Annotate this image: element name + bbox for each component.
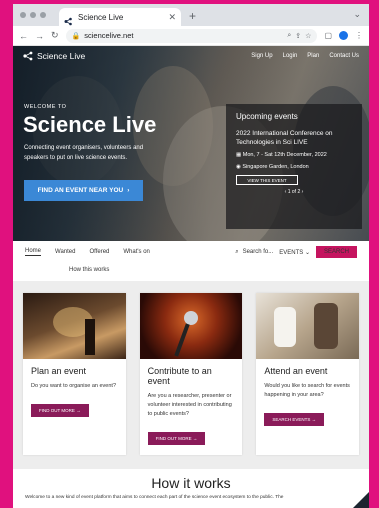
zoom-icon[interactable]: ⌕	[287, 32, 291, 40]
card-attend-event: Attend an event Would you like to search…	[256, 293, 360, 455]
how-it-works-text: Welcome to a new kind of event platform …	[25, 495, 284, 500]
button-label: FIND OUT MORE	[155, 436, 192, 441]
forward-icon[interactable]: →	[35, 31, 44, 41]
reload-icon[interactable]: ↻	[51, 30, 59, 41]
attend-event-image	[256, 293, 360, 359]
tab-title: Science Live	[78, 12, 124, 22]
arrow-right-icon: →	[76, 408, 81, 413]
close-tab-icon[interactable]: ✕	[168, 12, 176, 23]
content-area: Plan an event Do you want to organise an…	[13, 281, 369, 508]
card-title: Attend an event	[264, 366, 328, 376]
logo-icon	[23, 51, 33, 61]
hero-banner: Science Live Sign Up Login Plan Contact …	[13, 46, 369, 241]
new-tab-icon[interactable]: +	[189, 9, 196, 23]
browser-window: Science Live ✕ + ⌄ ← → ↻ 🔒 sciencelive.n…	[13, 4, 369, 508]
hero-eyebrow: WELCOME TO	[24, 104, 67, 110]
event-date-text: Mon, 7 - Sat 12th December, 2022	[242, 152, 327, 158]
search-input[interactable]: ⌕ Search fo...	[235, 249, 273, 256]
site-logo[interactable]: Science Live	[23, 51, 85, 61]
site-favicon-icon	[64, 13, 73, 25]
plan-event-image	[23, 293, 126, 359]
url-text[interactable]: sciencelive.net	[84, 31, 283, 40]
hero-description: Connecting event organisers, volunteers …	[24, 145, 144, 161]
sidebar-icon[interactable]: ▢	[324, 31, 332, 40]
card-contribute-event: Contribute to an event Are you a researc…	[139, 293, 243, 455]
upcoming-event-date: ▦ Mon, 7 - Sat 12th December, 2022	[236, 151, 352, 159]
upcoming-event-title[interactable]: 2022 International Conference on Technol…	[236, 129, 352, 147]
nav-sign-up[interactable]: Sign Up	[251, 53, 272, 59]
arrow-right-icon: →	[311, 417, 317, 422]
event-search: ⌕ Search fo... EVENTS ⌄ SEARCH	[235, 246, 357, 258]
logo-text: Science Live	[37, 51, 86, 61]
card-text: Would you like to search for events happ…	[264, 383, 350, 398]
action-cards: Plan an event Do you want to organise an…	[23, 293, 360, 455]
address-bar[interactable]: 🔒 sciencelive.net ⌕ ⇪ ☆	[65, 28, 318, 43]
pager-text: 1 of 2	[287, 189, 301, 195]
search-icon: ⌕	[235, 248, 239, 255]
browser-tab[interactable]: Science Live ✕	[59, 8, 181, 26]
upcoming-events-panel: Upcoming events 2022 International Confe…	[226, 104, 362, 229]
find-event-button-label: FIND AN EVENT NEAR YOU	[37, 187, 124, 194]
lock-icon[interactable]: 🔒	[72, 32, 81, 40]
button-label: FIND OUT MORE	[39, 408, 75, 413]
secondary-nav: Home Wanted Offered What's on ⌕ Search f…	[13, 241, 369, 273]
card-plan-event: Plan an event Do you want to organise an…	[23, 293, 126, 455]
event-type-label: EVENTS	[279, 249, 304, 256]
profile-avatar[interactable]	[339, 31, 348, 40]
search-events-button[interactable]: SEARCH EVENTS →	[264, 413, 325, 426]
back-icon[interactable]: ←	[19, 31, 28, 41]
subnav-whats-on[interactable]: What's on	[123, 249, 150, 255]
site-nav: Sign Up Login Plan Contact Us	[251, 53, 359, 59]
browser-toolbar: ← → ↻ 🔒 sciencelive.net ⌕ ⇪ ☆ ▢ ⋮	[13, 26, 369, 46]
how-it-works-section: How it works Welcome to a new kind of ev…	[13, 469, 369, 508]
site-header: Science Live Sign Up Login Plan Contact …	[13, 46, 369, 66]
how-it-works-heading: How it works	[151, 475, 231, 491]
nav-contact-us[interactable]: Contact Us	[329, 53, 359, 59]
calendar-icon: ▦	[236, 152, 243, 158]
arrow-right-icon: →	[192, 436, 198, 441]
nav-plan[interactable]: Plan	[307, 53, 319, 59]
contribute-find-out-more-button[interactable]: FIND OUT MORE →	[147, 432, 206, 445]
upcoming-pager: ‹ 1 of 2 ›	[236, 189, 352, 195]
contribute-event-image	[139, 293, 243, 359]
window-controls[interactable]	[20, 12, 46, 18]
view-event-button[interactable]: VIEW THIS EVENT	[236, 175, 298, 185]
card-text: Are you a researcher, presenter or volun…	[147, 393, 232, 417]
button-label: SEARCH EVENTS	[272, 417, 311, 422]
subnav-how-this-works[interactable]: How this works	[69, 267, 109, 273]
nav-login[interactable]: Login	[283, 53, 298, 59]
card-title: Contribute to an event	[147, 366, 212, 386]
hero-title: Science Live	[23, 112, 157, 137]
arrow-right-icon: ›	[127, 187, 130, 194]
event-type-select[interactable]: EVENTS ⌄	[279, 249, 310, 256]
pager-next-icon[interactable]: ›	[300, 189, 304, 195]
subnav-wanted[interactable]: Wanted	[55, 249, 75, 255]
tab-strip: Science Live ✕ + ⌄	[13, 4, 369, 26]
card-text: Do you want to organise an event?	[31, 383, 117, 389]
card-title: Plan an event	[31, 366, 87, 376]
subnav-home[interactable]: Home	[25, 248, 42, 256]
plan-find-out-more-button[interactable]: FIND OUT MORE →	[31, 404, 89, 417]
menu-kebab-icon[interactable]: ⋮	[355, 31, 363, 40]
event-location-text: Singapore Garden, London	[242, 164, 309, 170]
upcoming-heading: Upcoming events	[236, 112, 298, 121]
upcoming-event-location: ◉ Singapore Garden, London	[236, 163, 352, 171]
share-icon[interactable]: ⇪	[295, 32, 301, 40]
find-event-button[interactable]: FIND AN EVENT NEAR YOU ›	[24, 180, 143, 201]
tab-search-icon[interactable]: ⌄	[353, 9, 361, 20]
subnav-offered[interactable]: Offered	[89, 249, 109, 255]
search-placeholder: Search fo...	[242, 249, 274, 255]
search-button[interactable]: SEARCH	[315, 246, 357, 258]
bookmark-star-icon[interactable]: ☆	[305, 32, 311, 40]
